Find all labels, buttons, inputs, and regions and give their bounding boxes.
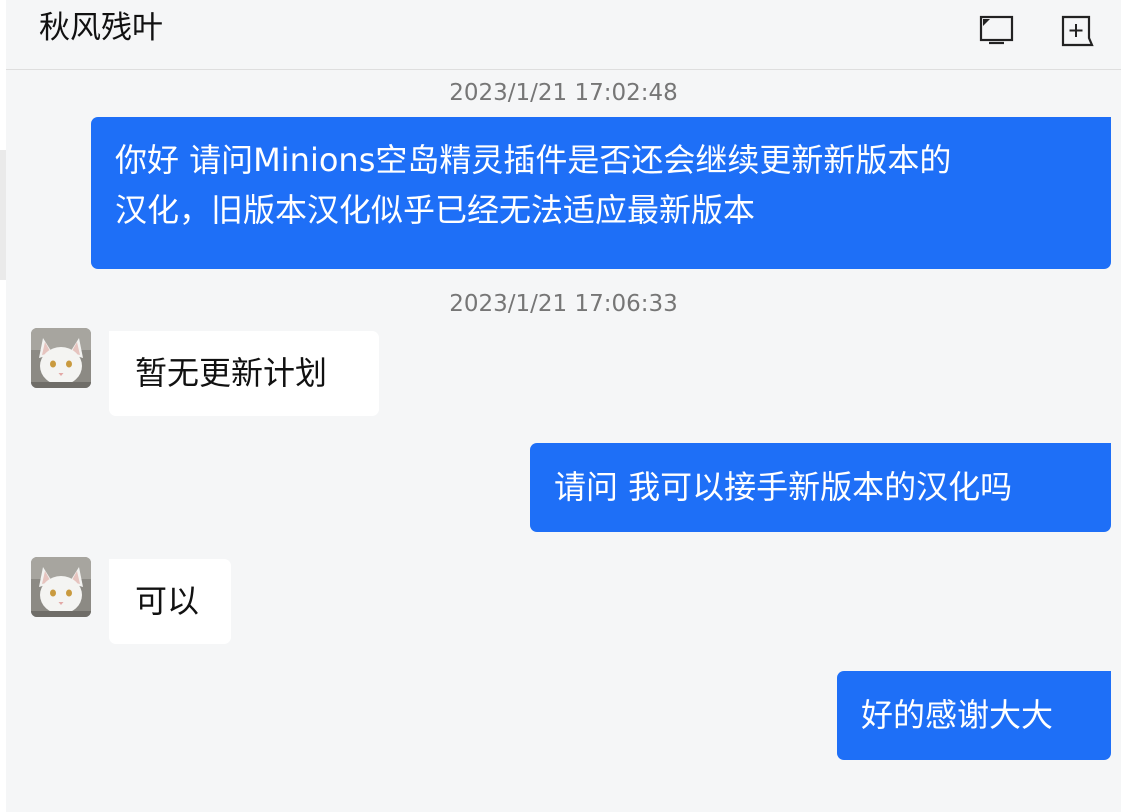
message-text-line: 你好 请问Minions空岛精灵插件是否还会继续更新新版本的	[115, 141, 952, 179]
chat-panel: 秋风残叶 2023/1/21 17:02:48 你好 请问Minions空岛精灵…	[6, 0, 1121, 812]
message-text-line: 汉化，旧版本汉化似乎已经无法适应最新版本	[115, 191, 756, 229]
message-outgoing[interactable]: 你好 请问Minions空岛精灵插件是否还会继续更新新版本的 汉化，旧版本汉化似…	[91, 117, 1111, 269]
contact-name: 秋风残叶	[39, 10, 163, 46]
avatar[interactable]	[31, 557, 91, 617]
screen-share-icon	[979, 15, 1014, 45]
screen-share-button[interactable]	[978, 12, 1014, 48]
timestamp: 2023/1/21 17:02:48	[449, 80, 678, 106]
message-text: 暂无更新计划	[135, 354, 328, 392]
timestamp: 2023/1/21 17:06:33	[449, 291, 678, 317]
message-outgoing[interactable]: 好的感谢大大	[837, 671, 1111, 760]
message-incoming[interactable]: 暂无更新计划	[109, 331, 379, 416]
message-outgoing[interactable]: 请问 我可以接手新版本的汉化吗	[530, 443, 1111, 532]
message-incoming[interactable]: 可以	[109, 559, 231, 644]
message-text: 可以	[135, 582, 200, 620]
cat-avatar-icon	[31, 557, 91, 617]
avatar[interactable]	[31, 328, 91, 388]
message-text: 请问 我可以接手新版本的汉化吗	[554, 468, 1013, 506]
add-panel-icon	[1061, 15, 1094, 47]
chat-header: 秋风残叶	[6, 0, 1121, 70]
cat-avatar-icon	[31, 328, 91, 388]
message-text: 好的感谢大大	[861, 696, 1054, 734]
add-panel-button[interactable]	[1059, 12, 1095, 48]
